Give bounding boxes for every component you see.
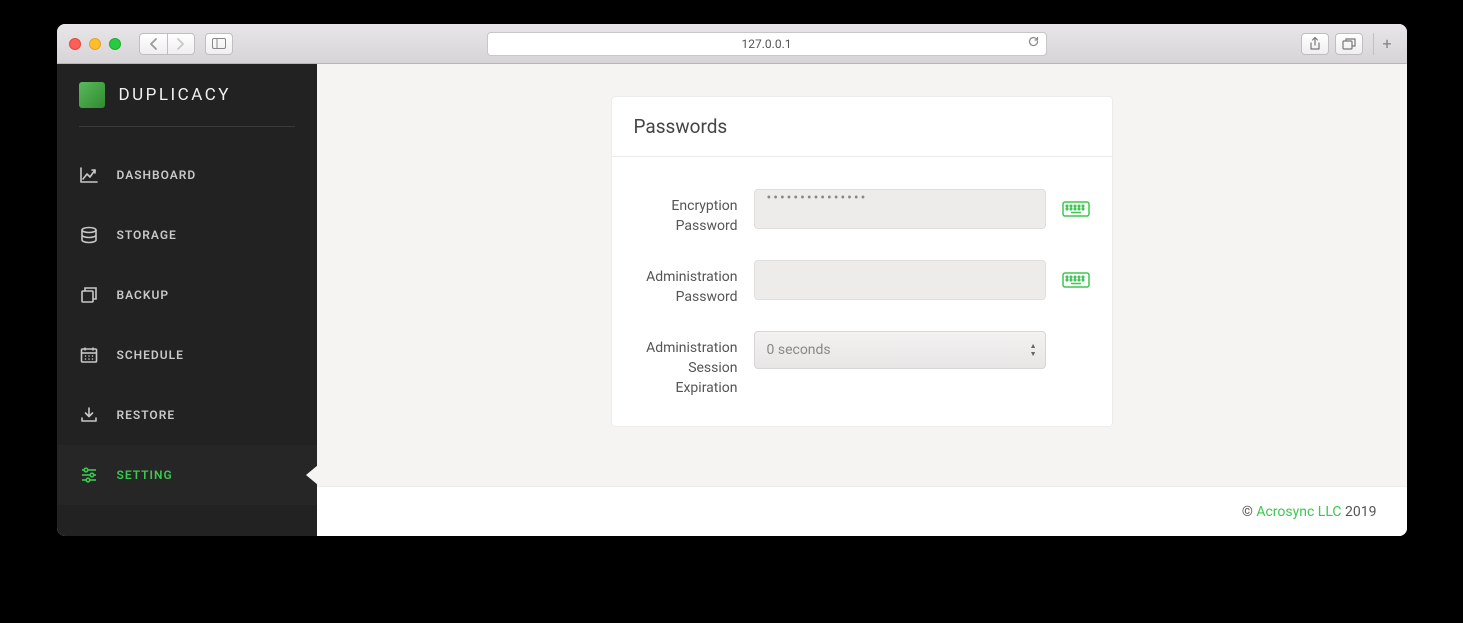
select-value: 0 seconds [767,342,831,358]
sidebar-item-dashboard[interactable]: DASHBOARD [57,145,317,205]
address-bar[interactable]: 127.0.0.1 [487,32,1047,56]
restore-icon [79,405,99,425]
tabs-button[interactable] [1335,33,1363,55]
sidebar: DUPLICACY DASHBOARD STORAGE [57,64,317,536]
copyright-symbol: © [1242,504,1253,520]
schedule-icon [79,345,99,365]
encryption-password-label: Encryption Password [634,189,754,236]
keyboard-icon[interactable] [1062,199,1090,219]
admin-password-label: Administration Password [634,260,754,307]
company-link[interactable]: Acrosync LLC [1256,504,1341,520]
sidebar-toggle-button[interactable] [205,33,233,55]
card-header: Passwords [612,97,1112,157]
session-expiration-label: Administration Session Expiration [634,331,754,398]
nav-label: DASHBOARD [117,168,197,182]
share-button[interactable] [1301,33,1329,55]
sidebar-item-setting[interactable]: SETTING [57,445,317,505]
nav-label: RESTORE [117,408,176,422]
maximize-window-button[interactable] [109,38,121,50]
passwords-card: Passwords Encryption Password ••••••••••… [611,96,1113,427]
nav-buttons [139,33,195,55]
setting-icon [79,465,99,485]
sidebar-item-storage[interactable]: STORAGE [57,205,317,265]
content-area: Passwords Encryption Password ••••••••••… [317,64,1407,486]
browser-chrome: 127.0.0.1 + [57,24,1407,64]
brand-name: DUPLICACY [119,85,232,105]
footer: © Acrosync LLC 2019 [317,486,1407,536]
window-controls [69,38,121,50]
browser-window: 127.0.0.1 + DUPLICACY [57,24,1407,536]
nav-label: SETTING [117,468,173,482]
keyboard-icon[interactable] [1062,270,1090,290]
admin-password-row: Administration Password [634,260,1090,307]
card-body: Encryption Password ••••••••••••••• Admi… [612,157,1112,426]
copyright-year: 2019 [1345,504,1376,520]
sidebar-item-backup[interactable]: BACKUP [57,265,317,325]
admin-password-input[interactable] [754,260,1046,300]
session-expiration-select[interactable]: 0 seconds ▲▼ [754,331,1046,369]
nav-label: STORAGE [117,228,177,242]
sidebar-divider [79,126,295,127]
storage-icon [79,225,99,245]
sidebar-item-restore[interactable]: RESTORE [57,385,317,445]
brand: DUPLICACY [57,82,317,126]
reload-icon[interactable] [1027,35,1040,52]
minimize-window-button[interactable] [89,38,101,50]
address-text: 127.0.0.1 [742,37,792,51]
back-button[interactable] [139,33,167,55]
sidebar-item-schedule[interactable]: SCHEDULE [57,325,317,385]
new-tab-button[interactable]: + [1373,33,1395,55]
dashboard-icon [79,165,99,185]
select-arrows-icon: ▲▼ [1030,343,1037,358]
card-title: Passwords [634,115,1090,138]
app: DUPLICACY DASHBOARD STORAGE [57,64,1407,536]
chrome-right-controls: + [1301,33,1395,55]
nav-label: SCHEDULE [117,348,184,362]
backup-icon [79,285,99,305]
nav-label: BACKUP [117,288,170,302]
encryption-password-row: Encryption Password ••••••••••••••• [634,189,1090,236]
session-expiration-row: Administration Session Expiration 0 seco… [634,331,1090,398]
encryption-password-input[interactable]: ••••••••••••••• [754,189,1046,229]
nav-list: DASHBOARD STORAGE BACKUP [57,145,317,536]
forward-button[interactable] [167,33,195,55]
brand-logo-icon [79,82,105,108]
close-window-button[interactable] [69,38,81,50]
main-content: Passwords Encryption Password ••••••••••… [317,64,1407,536]
